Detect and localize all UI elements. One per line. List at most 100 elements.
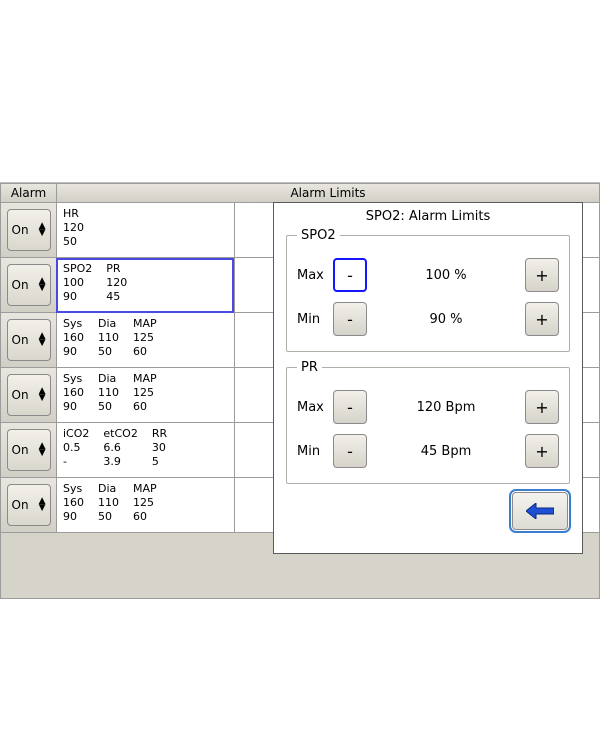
decrement-button[interactable]: - xyxy=(333,434,367,468)
param-high: 120 xyxy=(63,221,84,235)
param-column: iCO20.5- xyxy=(63,427,89,469)
param-name: Sys xyxy=(63,317,84,331)
param-name: RR xyxy=(152,427,167,441)
param-column: etCO26.63.9 xyxy=(103,427,137,469)
param-high: 160 xyxy=(63,496,84,510)
param-column: Sys16090 xyxy=(63,372,84,414)
param-low: 90 xyxy=(63,290,92,304)
param-name: HR xyxy=(63,207,84,221)
param-name: MAP xyxy=(133,317,157,331)
increment-button[interactable]: + xyxy=(525,258,559,292)
param-high: 0.5 xyxy=(63,441,89,455)
limit-label: Min xyxy=(297,312,333,327)
param-low: 5 xyxy=(152,455,167,469)
param-name: etCO2 xyxy=(103,427,137,441)
alarm-toggle-cell: On▲▼ xyxy=(0,203,56,258)
param-name: Sys xyxy=(63,482,84,496)
limit-value: 90 % xyxy=(367,312,525,327)
param-high: 6.6 xyxy=(103,441,137,455)
limit-group-legend: PR xyxy=(297,360,322,375)
alarm-limits-cell[interactable]: Sys16090Dia11050MAP12560 xyxy=(56,368,234,423)
limit-row: Min-90 %+ xyxy=(297,297,559,341)
alarm-on-label: On xyxy=(12,223,39,237)
limit-row: Max-100 %+ xyxy=(297,253,559,297)
alarm-limits-cell[interactable]: Sys16090Dia11050MAP12560 xyxy=(56,478,234,533)
param-high: 125 xyxy=(133,331,157,345)
alarm-toggle-cell: On▲▼ xyxy=(0,423,56,478)
alarm-on-stepper[interactable]: On▲▼ xyxy=(7,209,51,251)
column-header-limits: Alarm Limits xyxy=(56,183,600,203)
param-column: Dia11050 xyxy=(98,372,119,414)
param-low: 50 xyxy=(98,510,119,524)
alarm-limits-cell[interactable]: iCO20.5-etCO26.63.9RR305 xyxy=(56,423,234,478)
param-low: 3.9 xyxy=(103,455,137,469)
param-name: MAP xyxy=(133,482,157,496)
decrement-button[interactable]: - xyxy=(333,390,367,424)
param-name: Sys xyxy=(63,372,84,386)
param-high: 110 xyxy=(98,496,119,510)
updown-icon: ▲▼ xyxy=(39,388,46,402)
param-low: 60 xyxy=(133,400,157,414)
arrow-left-icon xyxy=(526,503,554,519)
increment-button[interactable]: + xyxy=(525,434,559,468)
limit-value: 120 Bpm xyxy=(367,400,525,415)
param-low: 60 xyxy=(133,345,157,359)
updown-icon: ▲▼ xyxy=(39,333,46,347)
limit-row: Max-120 Bpm+ xyxy=(297,385,559,429)
param-high: 110 xyxy=(98,331,119,345)
alarm-on-stepper[interactable]: On▲▼ xyxy=(7,429,51,471)
param-low: - xyxy=(63,455,89,469)
param-name: Dia xyxy=(98,317,119,331)
alarm-on-stepper[interactable]: On▲▼ xyxy=(7,484,51,526)
param-name: MAP xyxy=(133,372,157,386)
param-column: Sys16090 xyxy=(63,482,84,524)
alarm-toggle-cell: On▲▼ xyxy=(0,478,56,533)
limit-group-legend: SPO2 xyxy=(297,228,340,243)
alarm-on-stepper[interactable]: On▲▼ xyxy=(7,374,51,416)
param-low: 60 xyxy=(133,510,157,524)
param-high: 30 xyxy=(152,441,167,455)
alarm-on-label: On xyxy=(12,498,39,512)
increment-button[interactable]: + xyxy=(525,390,559,424)
limit-value: 100 % xyxy=(367,268,525,283)
column-header-alarm: Alarm xyxy=(0,183,56,203)
limit-group: PRMax-120 Bpm+Min-45 Bpm+ xyxy=(286,360,570,484)
updown-icon: ▲▼ xyxy=(39,223,46,237)
param-low: 50 xyxy=(98,400,119,414)
alarm-on-label: On xyxy=(12,388,39,402)
param-name: Dia xyxy=(98,372,119,386)
decrement-button[interactable]: - xyxy=(333,258,367,292)
param-column: Dia11050 xyxy=(98,317,119,359)
param-high: 125 xyxy=(133,496,157,510)
param-low: 90 xyxy=(63,400,84,414)
updown-icon: ▲▼ xyxy=(39,278,46,292)
alarm-limits-cell[interactable]: SPO210090 PR12045 xyxy=(56,258,234,313)
param-name: PR xyxy=(106,262,127,276)
alarm-limits-cell[interactable]: HR12050 xyxy=(56,203,234,258)
updown-icon: ▲▼ xyxy=(39,498,46,512)
alarm-on-stepper[interactable]: On▲▼ xyxy=(7,264,51,306)
param-column: PR12045 xyxy=(106,262,127,304)
decrement-button[interactable]: - xyxy=(333,302,367,336)
limit-label: Min xyxy=(297,444,333,459)
back-button[interactable] xyxy=(512,492,568,530)
param-name: iCO2 xyxy=(63,427,89,441)
param-high: 160 xyxy=(63,386,84,400)
alarm-limits-dialog: SPO2: Alarm Limits SPO2Max-100 %+Min-90 … xyxy=(273,202,583,554)
param-column: MAP12560 xyxy=(133,482,157,524)
param-column: HR12050 xyxy=(63,207,84,249)
param-low: 90 xyxy=(63,510,84,524)
dialog-title: SPO2: Alarm Limits xyxy=(286,209,570,224)
limit-group: SPO2Max-100 %+Min-90 %+ xyxy=(286,228,570,352)
param-column: SPO210090 xyxy=(63,262,92,304)
updown-icon: ▲▼ xyxy=(39,443,46,457)
param-low: 45 xyxy=(106,290,127,304)
param-low: 50 xyxy=(63,235,84,249)
limit-label: Max xyxy=(297,400,333,415)
alarm-toggle-cell: On▲▼ xyxy=(0,313,56,368)
alarm-on-stepper[interactable]: On▲▼ xyxy=(7,319,51,361)
alarm-limits-cell[interactable]: Sys16090Dia11050MAP12560 xyxy=(56,313,234,368)
increment-button[interactable]: + xyxy=(525,302,559,336)
param-column: MAP12560 xyxy=(133,317,157,359)
param-high: 110 xyxy=(98,386,119,400)
